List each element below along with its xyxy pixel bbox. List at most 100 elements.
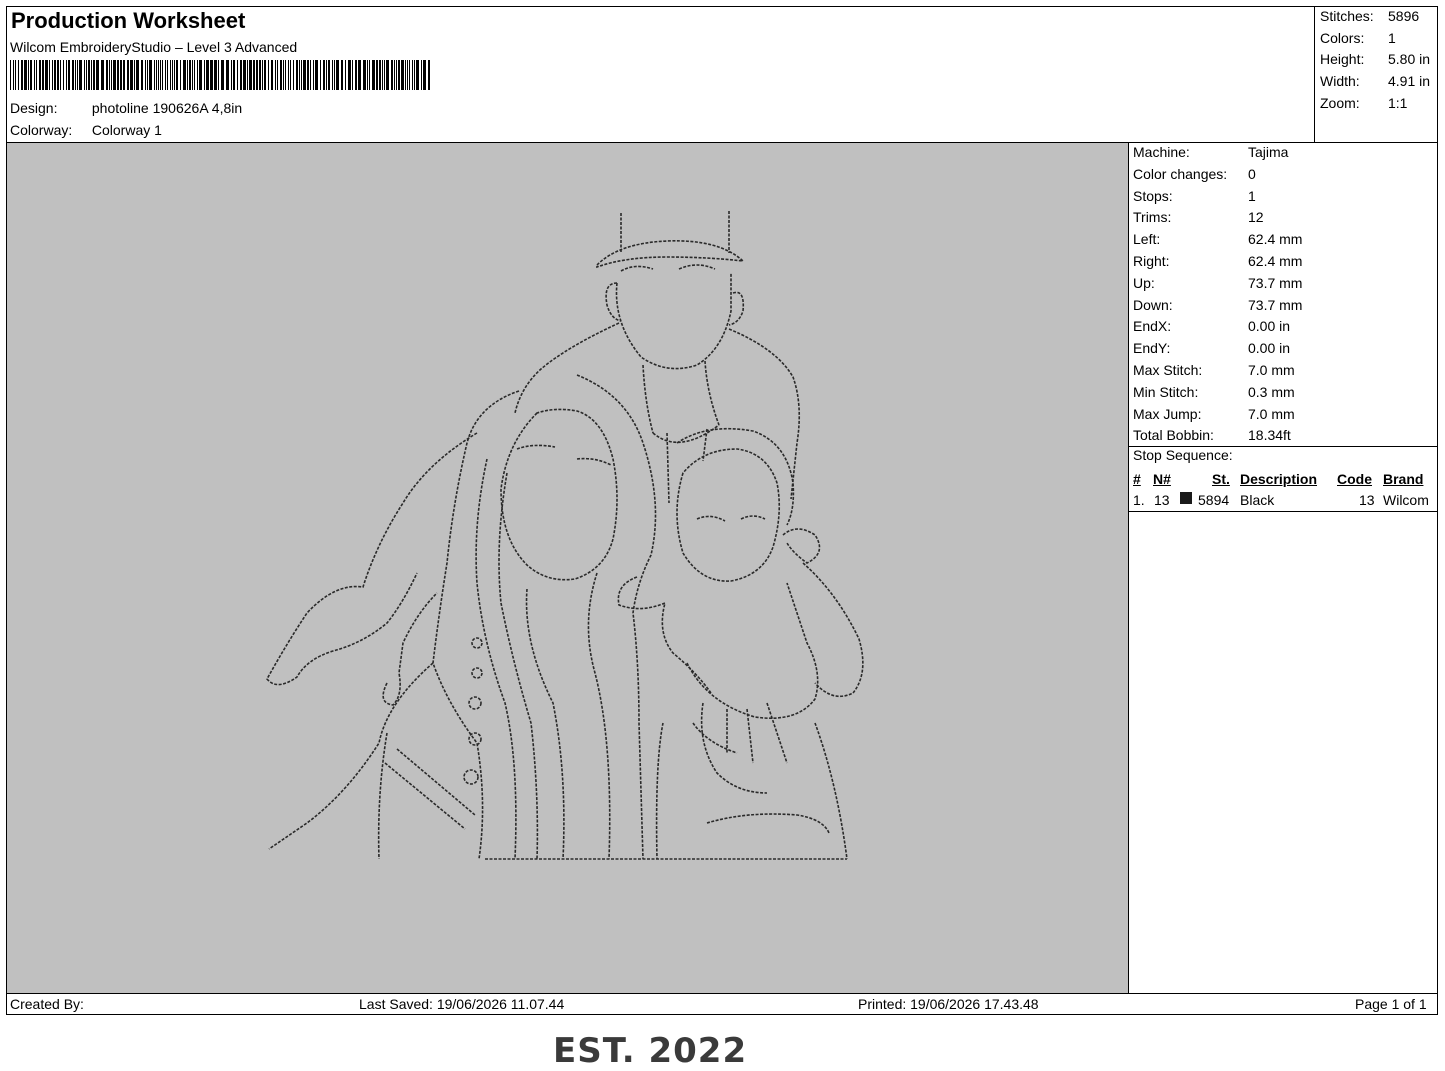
barcode-bar <box>68 60 70 90</box>
spec-label: Machine: <box>1133 144 1190 160</box>
barcode-bar <box>275 60 276 90</box>
spec-label: Color changes: <box>1133 165 1228 182</box>
design-value: photoline 190626A 4,8in <box>91 100 243 116</box>
barcode-bar <box>405 60 406 90</box>
spec-row: Stops: 1 <box>1133 186 1302 208</box>
barcode-bar <box>394 60 395 90</box>
barcode-bar <box>293 60 294 90</box>
barcode-bar <box>256 60 258 90</box>
barcode-bar <box>391 60 393 90</box>
stitch-path <box>468 732 482 746</box>
footer-divider <box>6 993 1438 994</box>
barcode-bar <box>199 60 202 90</box>
stitch-path <box>605 282 745 326</box>
barcode-bar <box>301 60 302 90</box>
barcode-bar <box>313 60 314 90</box>
barcode-bar <box>36 60 37 90</box>
stitch-path <box>676 448 781 582</box>
barcode-bar <box>160 60 161 90</box>
summary-row: Colors: 1 <box>1320 28 1430 50</box>
barcode-bar <box>117 60 119 90</box>
barcode-bar <box>24 60 27 90</box>
stitch-path <box>642 360 720 434</box>
spec-value: 0.00 in <box>1248 340 1291 357</box>
barcode-bar <box>91 60 92 90</box>
barcode-bar <box>226 60 229 90</box>
barcode-bar <box>326 60 327 90</box>
barcode-bar <box>345 60 346 90</box>
barcode-bar <box>165 60 166 90</box>
barcode-bar <box>86 60 87 90</box>
barcode-bar <box>194 60 195 90</box>
spec-row: EndX: 0.00 in <box>1133 316 1302 338</box>
spec-label: Stops: <box>1133 187 1173 204</box>
spec-label: Max Stitch: <box>1133 361 1203 378</box>
summary-value: 5.80 in <box>1388 51 1431 68</box>
barcode-bar <box>197 60 198 90</box>
summary-value: 5896 <box>1388 8 1420 24</box>
design-canvas: EST. 2022 <box>7 143 1128 1071</box>
stitch-path <box>475 458 539 860</box>
spec-row: Right: 62.4 mm <box>1133 251 1302 273</box>
spec-label: Left: <box>1133 231 1161 248</box>
barcode-bar <box>172 60 173 90</box>
barcode-bar <box>237 60 238 90</box>
spec-row: Max Stitch: 7.0 mm <box>1133 360 1302 382</box>
spec-value: 0.00 in <box>1248 318 1291 335</box>
barcode-bar <box>18 60 19 90</box>
spec-value: 1 <box>1248 187 1256 204</box>
column-header: N# <box>1153 471 1171 487</box>
stitch-path <box>782 528 821 564</box>
specs-divider <box>1128 142 1129 993</box>
barcode-bar <box>352 60 353 90</box>
barcode-bar <box>183 60 186 90</box>
barcode-bar <box>253 60 255 90</box>
spec-row: Trims: 12 <box>1133 207 1302 229</box>
barcode-bar <box>369 60 370 90</box>
barcode-bar <box>167 60 168 90</box>
barcode-bar <box>428 60 430 90</box>
barcode-bar <box>315 60 318 90</box>
column-header: Description <box>1240 471 1318 487</box>
column-header: St. <box>1212 471 1230 487</box>
barcode-bar <box>154 60 155 90</box>
family-portrait-embroidery <box>266 211 864 860</box>
summary-label: Height: <box>1320 51 1365 68</box>
barcode-bar <box>187 60 188 90</box>
summary-label: Zoom: <box>1320 94 1360 111</box>
barcode-bar <box>376 60 378 90</box>
barcode-bar <box>28 60 29 90</box>
spec-value: 73.7 mm <box>1248 296 1303 313</box>
page-title: Production Worksheet <box>11 8 246 33</box>
barcode-bar <box>63 60 64 90</box>
barcode-bar <box>285 60 286 90</box>
barcode-bar <box>262 60 263 90</box>
spec-value: Tajima <box>1248 144 1289 160</box>
barcode-bar <box>13 60 14 90</box>
barcode-bar <box>299 60 300 90</box>
barcode-bar <box>336 60 339 90</box>
column-header: Brand <box>1383 471 1424 487</box>
stitch-path <box>516 444 612 466</box>
barcode-bar <box>307 60 309 90</box>
spec-label: Total Bobbin: <box>1133 427 1214 444</box>
barcode-bar <box>407 60 408 90</box>
colorway-value: Colorway 1 <box>91 122 162 138</box>
barcode-bar <box>367 60 368 90</box>
stitch-path <box>514 322 801 500</box>
spec-row: Min Stitch: 0.3 mm <box>1133 382 1302 404</box>
barcode-bar <box>221 60 224 90</box>
stitch-path <box>500 408 618 581</box>
stitch-path <box>652 424 720 504</box>
stop-num: 1. <box>1133 492 1145 508</box>
spec-value: 7.0 mm <box>1248 361 1295 378</box>
barcode-bar <box>189 60 191 90</box>
design-est-text: EST. 2022 <box>553 1031 748 1071</box>
summary-label: Stitches: <box>1320 8 1374 24</box>
barcode-bar <box>147 60 148 90</box>
spec-row: EndY: 0.00 in <box>1133 338 1302 360</box>
barcode-bar <box>290 60 291 90</box>
stitch-path <box>525 572 611 860</box>
barcode-bar <box>45 60 48 90</box>
barcode-bar <box>283 60 284 90</box>
